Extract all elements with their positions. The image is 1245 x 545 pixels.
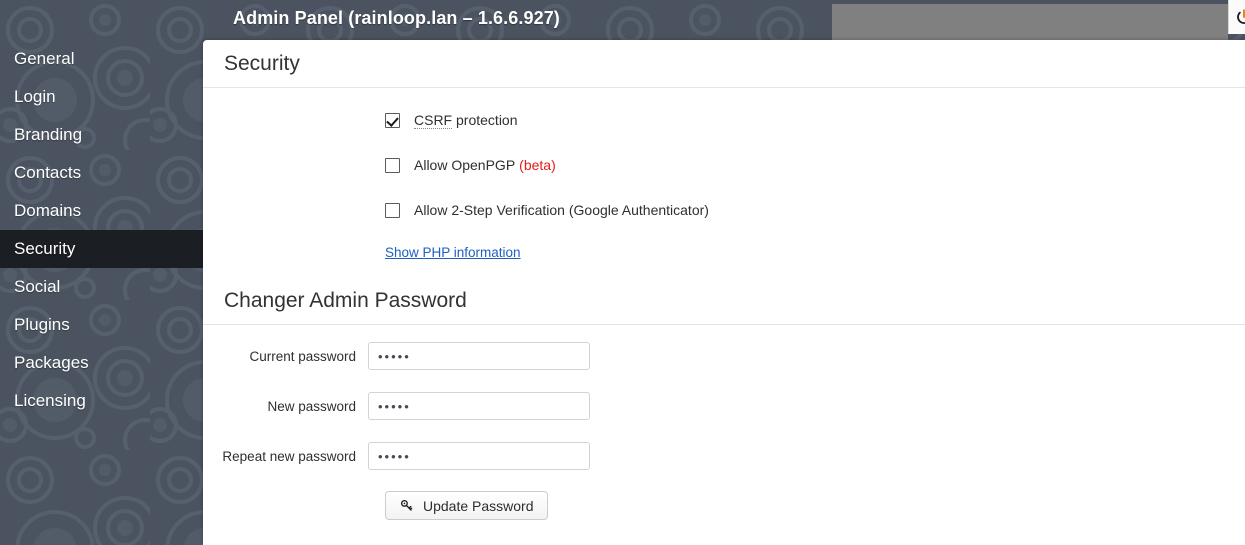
repeat-password-input[interactable] [368, 442, 590, 470]
beta-badge: (beta) [519, 157, 556, 173]
sidebar-item-label: Login [14, 87, 56, 106]
sidebar-item-packages[interactable]: Packages [0, 344, 203, 382]
sidebar-item-label: Packages [14, 353, 89, 372]
csrf-protection-label-text: protection [452, 112, 518, 128]
sidebar-item-label: Licensing [14, 391, 86, 410]
app-header: Admin Panel (rainloop.lan – 1.6.6.927) [0, 0, 1245, 40]
sidebar-item-label: Social [14, 277, 61, 296]
password-section-title: Changer Admin Password [224, 289, 467, 312]
current-password-row: Current password [203, 342, 1245, 370]
security-section-title: Security [224, 52, 300, 75]
sidebar-item-label: General [14, 49, 75, 68]
update-password-button[interactable]: Update Password [385, 491, 548, 520]
allow-openpgp-checkbox[interactable] [385, 157, 400, 173]
content-panel: Security CSRF protection Allow OpenPGP (b… [203, 40, 1245, 545]
sidebar-item-contacts[interactable]: Contacts [0, 154, 203, 192]
allow-2step-checkbox[interactable] [385, 202, 400, 218]
update-password-button-label: Update Password [423, 497, 534, 514]
allow-2step-label: Allow 2-Step Verification (Google Authen… [414, 202, 709, 218]
sidebar-item-plugins[interactable]: Plugins [0, 306, 203, 344]
page-title: Admin Panel (rainloop.lan – 1.6.6.927) [233, 8, 560, 28]
csrf-protection-row[interactable]: CSRF protection [203, 109, 1245, 131]
show-php-information-link[interactable]: Show PHP information [385, 245, 521, 260]
logout-button[interactable] [1228, 0, 1245, 34]
sidebar-item-branding[interactable]: Branding [0, 116, 203, 154]
sidebar-item-label: Branding [14, 125, 83, 144]
allow-openpgp-label-text: Allow OpenPGP [414, 157, 516, 173]
key-icon [400, 499, 413, 511]
sidebar-item-label: Security [14, 239, 76, 258]
repeat-password-label: Repeat new password [222, 448, 356, 464]
csrf-tooltip-term: CSRF [414, 112, 453, 129]
new-password-label: New password [267, 398, 356, 414]
sidebar-item-login[interactable]: Login [0, 78, 203, 116]
current-password-label: Current password [249, 348, 356, 364]
csrf-protection-checkbox[interactable] [385, 112, 400, 128]
new-password-input[interactable] [368, 392, 590, 420]
repeat-password-row: Repeat new password [203, 442, 1245, 470]
sidebar-item-label: Contacts [14, 163, 82, 182]
current-password-input[interactable] [368, 342, 590, 370]
new-password-row: New password [203, 392, 1245, 420]
sidebar-item-social[interactable]: Social [0, 268, 203, 306]
sidebar-item-licensing[interactable]: Licensing [0, 382, 203, 420]
sidebar-item-security[interactable]: Security [0, 230, 203, 268]
sidebar-nav: General Login Branding Contacts Domains … [0, 40, 203, 545]
allow-openpgp-row[interactable]: Allow OpenPGP (beta) [203, 154, 1245, 176]
sidebar-item-label: Domains [14, 201, 82, 220]
allow-2step-row[interactable]: Allow 2-Step Verification (Google Authen… [203, 199, 1245, 221]
sidebar-item-general[interactable]: General [0, 40, 203, 78]
redacted-account-field[interactable] [832, 4, 1228, 40]
admin-panel-window: Admin Panel (rainloop.lan – 1.6.6.927) G… [0, 0, 1245, 545]
allow-openpgp-label: Allow OpenPGP (beta) [414, 157, 556, 173]
csrf-protection-label: CSRF protection [414, 112, 518, 129]
sidebar-item-domains[interactable]: Domains [0, 192, 203, 230]
sidebar-item-label: Plugins [14, 315, 70, 334]
power-icon [1237, 9, 1245, 24]
